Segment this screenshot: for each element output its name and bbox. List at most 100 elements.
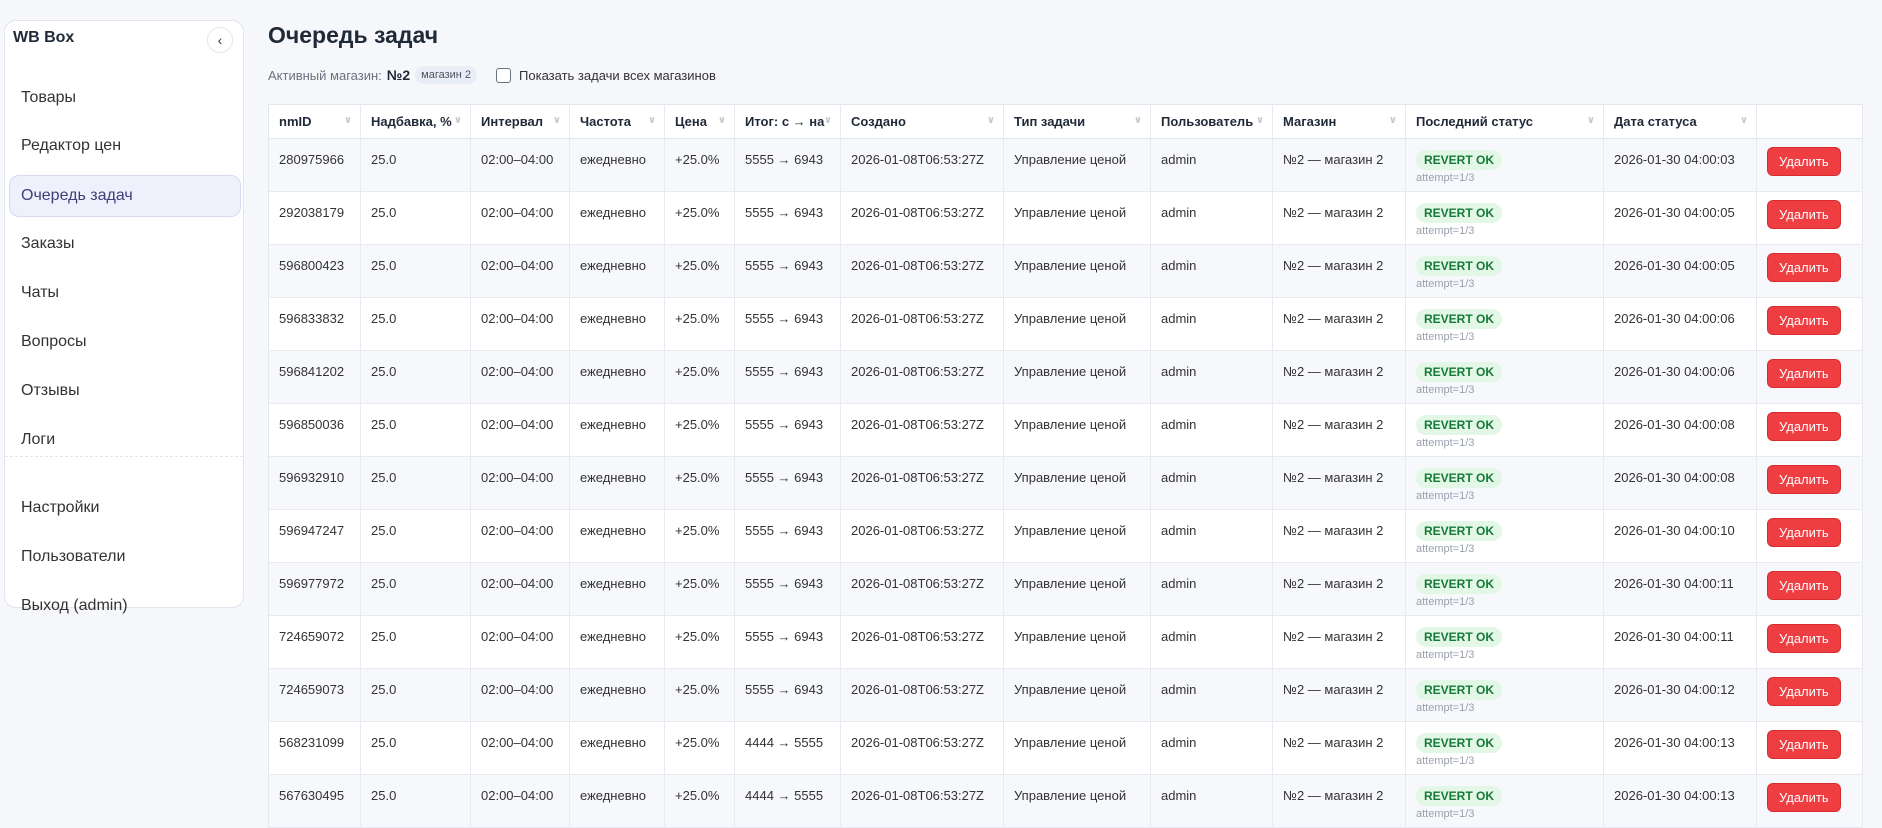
cell-actions: Удалить — [1756, 191, 1863, 245]
sidebar-item[interactable]: Чаты — [9, 272, 241, 314]
column-header[interactable]: Интервал ∨ — [470, 104, 570, 139]
column-header-label: Магазин — [1283, 114, 1337, 129]
cell-user: admin — [1150, 562, 1273, 616]
status-attempt: attempt=1/3 — [1416, 596, 1475, 608]
status-badge: REVERT OK — [1416, 150, 1503, 170]
cell-interval: 02:00–04:00 — [470, 138, 570, 192]
cell-actions: Удалить — [1756, 774, 1863, 828]
delete-button[interactable]: Удалить — [1767, 624, 1841, 653]
sidebar-item[interactable]: Вопросы — [9, 321, 241, 363]
sort-chevron-icon[interactable]: ∨ — [454, 115, 462, 126]
delete-button[interactable]: Удалить — [1767, 412, 1841, 441]
column-header[interactable]: Тип задачи ∨ — [1003, 104, 1151, 139]
column-header-label: nmID — [279, 114, 312, 129]
column-header[interactable]: nmID ∨ — [268, 104, 361, 139]
column-header[interactable]: Цена ∨ — [664, 104, 735, 139]
delete-button[interactable]: Удалить — [1767, 465, 1841, 494]
sort-chevron-icon[interactable]: ∨ — [987, 115, 995, 126]
table-row: 568231099 25.0 02:00–04:00 ежедневно +25.0% 4… — [268, 721, 1863, 775]
cell-created: 2026-01-08T06:53:27Z — [840, 350, 1004, 404]
cell-status-date: 2026-01-30 04:00:05 — [1603, 191, 1757, 245]
delete-button[interactable]: Удалить — [1767, 730, 1841, 759]
cell-user: admin — [1150, 774, 1273, 828]
status-attempt: attempt=1/3 — [1416, 437, 1475, 449]
delete-button[interactable]: Удалить — [1767, 571, 1841, 600]
status-badge: REVERT OK — [1416, 733, 1503, 753]
cell-interval: 02:00–04:00 — [470, 774, 570, 828]
column-header[interactable]: Надбавка, % ∨ — [360, 104, 471, 139]
sort-chevron-icon[interactable]: ∨ — [824, 115, 832, 126]
cell-markup: 25.0 — [360, 562, 471, 616]
cell-price: +25.0% — [664, 721, 735, 775]
cell-task-type: Управление ценой — [1003, 721, 1151, 775]
delete-button[interactable]: Удалить — [1767, 518, 1841, 547]
column-header[interactable]: Создано ∨ — [840, 104, 1004, 139]
table-row: 596833832 25.0 02:00–04:00 ежедневно +25.0% 5… — [268, 297, 1863, 351]
collapse-sidebar-button[interactable]: ‹ — [207, 27, 233, 53]
cell-user: admin — [1150, 138, 1273, 192]
cell-user: admin — [1150, 668, 1273, 722]
sidebar-item[interactable]: Редактор цен — [9, 125, 241, 167]
cell-created: 2026-01-08T06:53:27Z — [840, 191, 1004, 245]
column-header[interactable]: Итог: с → на ∨ — [734, 104, 841, 139]
brand-logo: WB Box — [13, 29, 75, 46]
cell-shop: №2 — магазин 2 — [1272, 350, 1406, 404]
delete-button[interactable]: Удалить — [1767, 200, 1841, 229]
cell-nmid: 280975966 — [268, 138, 361, 192]
show-all-label: Показать задачи всех магазинов — [519, 67, 716, 83]
sidebar-item[interactable]: Отзывы — [9, 370, 241, 412]
cell-interval: 02:00–04:00 — [470, 403, 570, 457]
sort-chevron-icon[interactable]: ∨ — [718, 115, 726, 126]
cell-shop: №2 — магазин 2 — [1272, 668, 1406, 722]
cell-interval: 02:00–04:00 — [470, 615, 570, 669]
cell-frequency: ежедневно — [569, 403, 665, 457]
column-header — [1756, 104, 1863, 139]
cell-status: REVERT OK attempt=1/3 — [1405, 562, 1604, 616]
cell-task-type: Управление ценой — [1003, 138, 1151, 192]
cell-status-date: 2026-01-30 04:00:13 — [1603, 774, 1757, 828]
table-row: 280975966 25.0 02:00–04:00 ежедневно +25.0% 5… — [268, 138, 1863, 192]
sort-chevron-icon[interactable]: ∨ — [1256, 115, 1264, 126]
sort-chevron-icon[interactable]: ∨ — [553, 115, 561, 126]
delete-button[interactable]: Удалить — [1767, 306, 1841, 335]
sort-chevron-icon[interactable]: ∨ — [1740, 115, 1748, 126]
column-header[interactable]: Дата статуса ∨ — [1603, 104, 1757, 139]
cell-price: +25.0% — [664, 456, 735, 510]
cell-frequency: ежедневно — [569, 456, 665, 510]
task-queue-table: nmID ∨ Надбавка, % ∨ Интервал ∨ Частота ∨ Цена ∨ И… — [268, 104, 1863, 828]
cell-status-date: 2026-01-30 04:00:11 — [1603, 615, 1757, 669]
delete-button[interactable]: Удалить — [1767, 147, 1841, 176]
cell-actions: Удалить — [1756, 456, 1863, 510]
cell-status: REVERT OK attempt=1/3 — [1405, 668, 1604, 722]
sort-chevron-icon[interactable]: ∨ — [1389, 115, 1397, 126]
sidebar-item[interactable]: Выход (admin) — [9, 585, 241, 627]
cell-status: REVERT OK attempt=1/3 — [1405, 456, 1604, 510]
cell-task-type: Управление ценой — [1003, 244, 1151, 298]
column-header[interactable]: Магазин ∨ — [1272, 104, 1406, 139]
column-header[interactable]: Частота ∨ — [569, 104, 665, 139]
delete-button[interactable]: Удалить — [1767, 359, 1841, 388]
sidebar-item[interactable]: Настройки — [9, 487, 241, 529]
show-all-shops-toggle[interactable]: Показать задачи всех магазинов — [496, 67, 716, 83]
delete-button[interactable]: Удалить — [1767, 253, 1841, 282]
show-all-checkbox[interactable] — [496, 67, 512, 83]
cell-created: 2026-01-08T06:53:27Z — [840, 244, 1004, 298]
sidebar-item[interactable]: Очередь задач — [9, 175, 241, 217]
sidebar-item[interactable]: Логи — [9, 419, 241, 461]
delete-button[interactable]: Удалить — [1767, 677, 1841, 706]
cell-nmid: 596833832 — [268, 297, 361, 351]
cell-shop: №2 — магазин 2 — [1272, 721, 1406, 775]
sort-chevron-icon[interactable]: ∨ — [648, 115, 656, 126]
sort-chevron-icon[interactable]: ∨ — [1134, 115, 1142, 126]
column-header[interactable]: Пользователь ∨ — [1150, 104, 1273, 139]
delete-button[interactable]: Удалить — [1767, 783, 1841, 812]
cell-interval: 02:00–04:00 — [470, 297, 570, 351]
sidebar-item[interactable]: Заказы — [9, 223, 241, 265]
column-header[interactable]: Последний статус ∨ — [1405, 104, 1604, 139]
sort-chevron-icon[interactable]: ∨ — [1587, 115, 1595, 126]
sidebar-item[interactable]: Пользователи — [9, 536, 241, 578]
sidebar-item[interactable]: Товары — [9, 77, 241, 119]
cell-frequency: ежедневно — [569, 668, 665, 722]
cell-user: admin — [1150, 403, 1273, 457]
sort-chevron-icon[interactable]: ∨ — [344, 115, 352, 126]
